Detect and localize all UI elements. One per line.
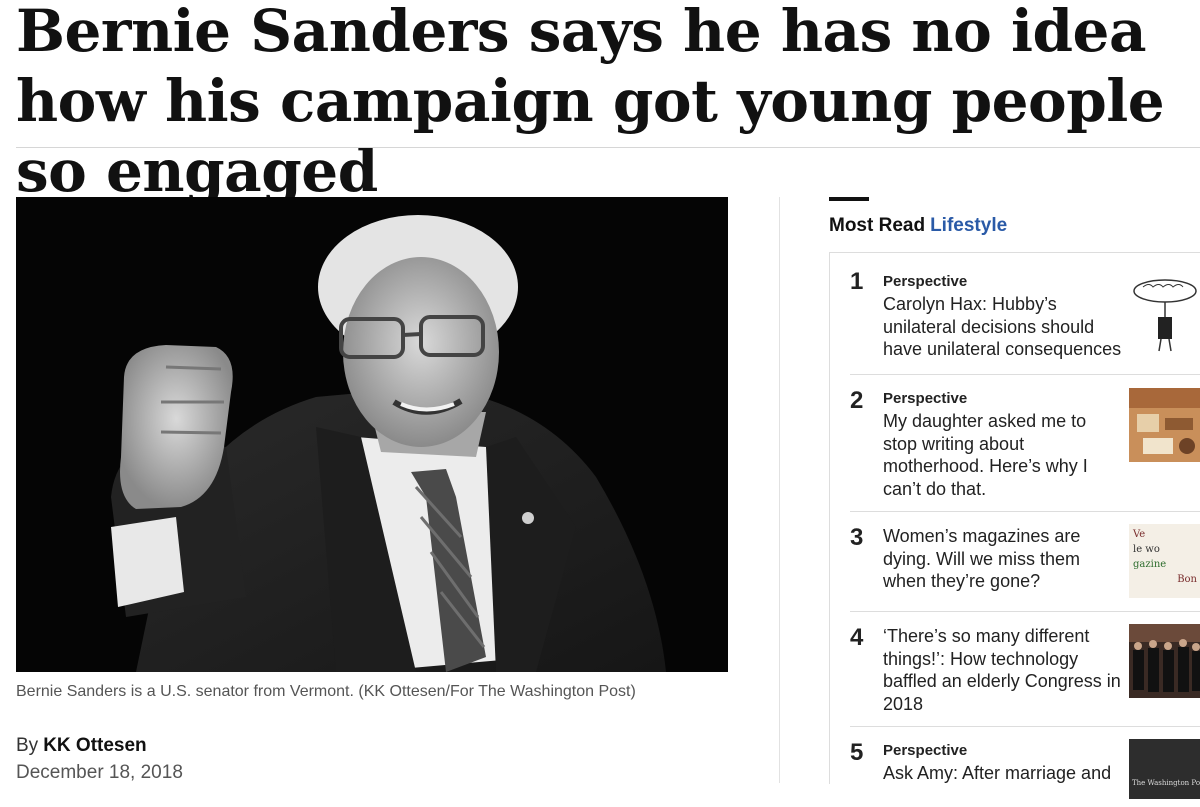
column-divider	[779, 197, 780, 783]
most-read-item-4[interactable]: 4 ‘There’s so many different things!’: H…	[850, 612, 1200, 727]
thumbnail-text: le wo	[1133, 544, 1160, 555]
item-headline[interactable]: Carolyn Hax: Hubby’s unilateral decision…	[883, 293, 1123, 361]
rank-number: 5	[850, 739, 864, 766]
item-headline[interactable]: ‘There’s so many different things!’: How…	[883, 625, 1123, 715]
thumbnail-text: The Washington Post	[1132, 779, 1200, 787]
most-read-accent-bar	[829, 197, 869, 201]
byline-prefix: By	[16, 735, 39, 756]
rank-number: 3	[850, 524, 864, 551]
thumbnail-text: Bon	[1177, 574, 1197, 585]
publish-date: December 18, 2018	[16, 762, 183, 783]
item-headline[interactable]: Ask Amy: After marriage and	[883, 762, 1123, 785]
header-divider	[16, 147, 1200, 148]
item-headline[interactable]: Women’s magazines are dying. Will we mis…	[883, 525, 1123, 593]
most-read-item-1[interactable]: 1 Perspective Carolyn Hax: Hubby’s unila…	[850, 253, 1200, 375]
most-read-item-2[interactable]: 2 Perspective My daughter asked me to st…	[850, 375, 1200, 512]
rank-number: 4	[850, 624, 864, 651]
most-read-item-3[interactable]: 3 Women’s magazines are dying. Will we m…	[850, 512, 1200, 612]
item-label: Perspective	[883, 390, 968, 407]
most-read-heading: Most Read Lifestyle	[829, 215, 1007, 237]
item-label: Perspective	[883, 273, 968, 290]
thumbnail-text: gazine	[1133, 559, 1167, 570]
item-headline[interactable]: My daughter asked me to stop writing abo…	[883, 410, 1123, 500]
article-headline: Bernie Sanders says he has no idea how h…	[16, 0, 1165, 205]
author-link[interactable]: KK Ottesen	[43, 735, 146, 756]
most-read-item-5[interactable]: 5 Perspective Ask Amy: After marriage an…	[850, 727, 1200, 807]
item-label: Perspective	[883, 742, 968, 759]
most-read-list: 1 Perspective Carolyn Hax: Hubby’s unila…	[829, 252, 1200, 799]
item-thumbnail[interactable]: The Washington Post	[1129, 739, 1200, 799]
item-thumbnail[interactable]	[1129, 388, 1200, 462]
item-thumbnail[interactable]: Ve le wo gazine Bon	[1129, 524, 1200, 598]
rank-number: 2	[850, 387, 864, 414]
thumbnail-text: Ve	[1133, 529, 1146, 540]
byline: By KK Ottesen	[16, 735, 147, 757]
rank-number: 1	[850, 268, 864, 295]
item-thumbnail[interactable]	[1129, 624, 1200, 698]
most-read-title: Most Read	[829, 215, 926, 236]
item-thumbnail[interactable]	[1129, 273, 1200, 353]
article-photo[interactable]	[16, 197, 728, 672]
most-read-section-link[interactable]: Lifestyle	[930, 215, 1007, 236]
photo-caption: Bernie Sanders is a U.S. senator from Ve…	[16, 683, 636, 700]
